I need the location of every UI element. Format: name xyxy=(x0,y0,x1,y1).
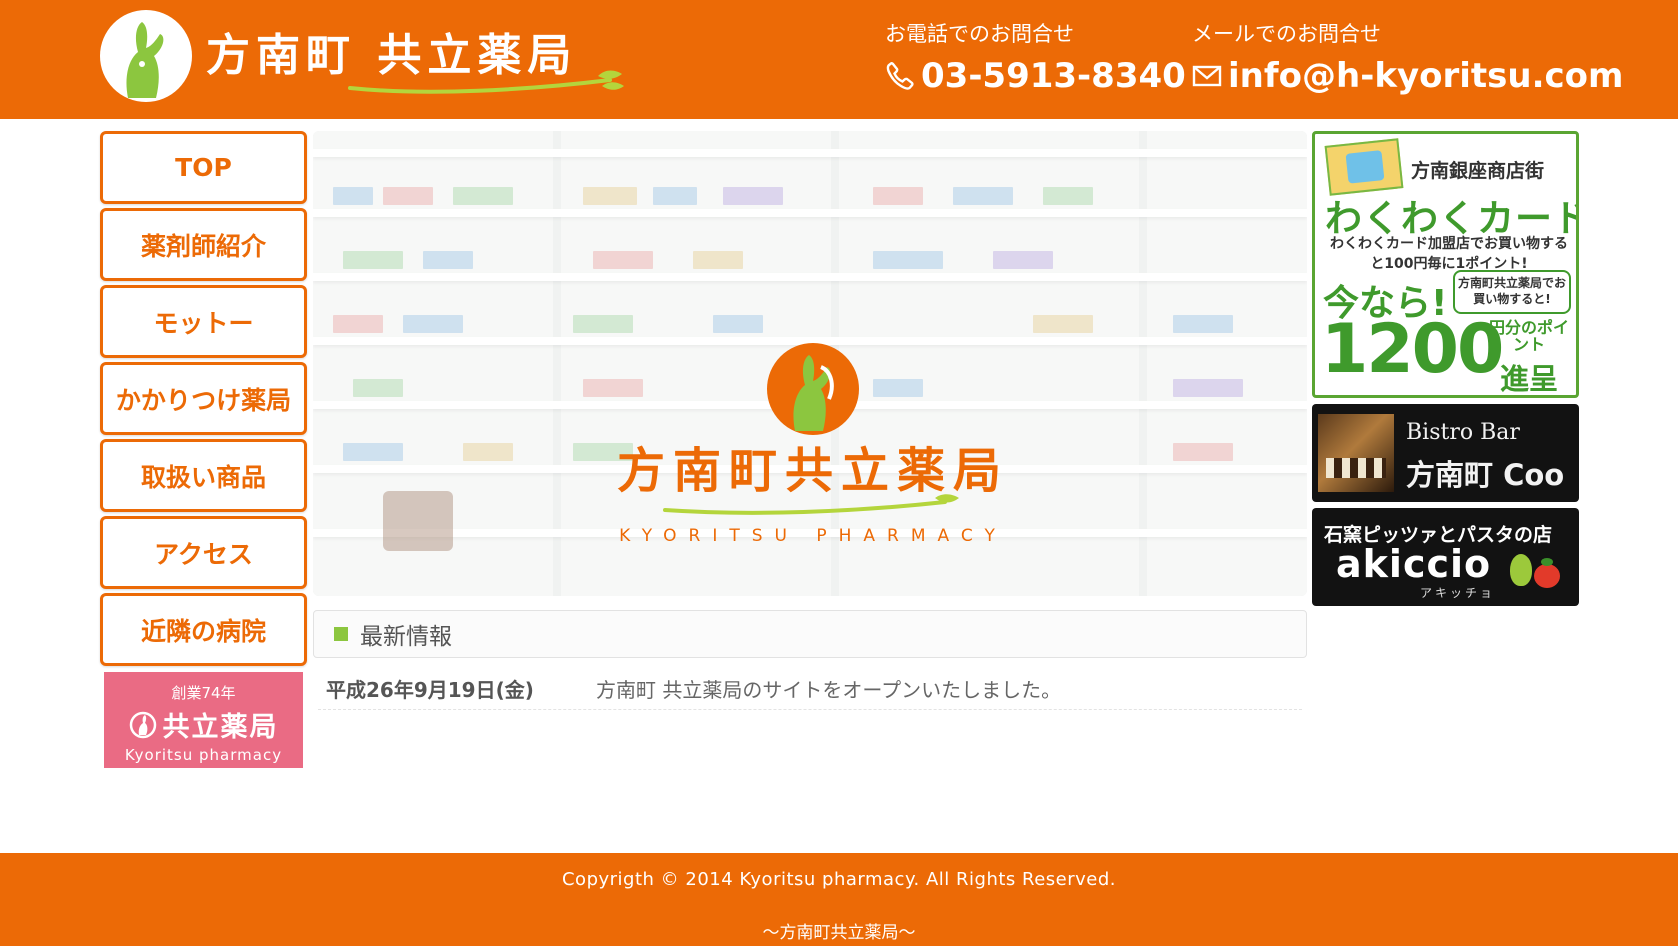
square-bullet-icon xyxy=(334,627,348,641)
phone-number: 03-5913-8340 xyxy=(921,56,1186,96)
mail-address-link[interactable]: info@h-kyoritsu.com xyxy=(1192,56,1623,96)
akiccio-name: akiccio xyxy=(1336,542,1492,586)
nav-item-family-pharmacy[interactable]: かかりつけ薬局 xyxy=(100,362,307,435)
news-text: 方南町 共立薬局のサイトをオープンいたしました。 xyxy=(596,678,1062,702)
site-logo[interactable]: 方南町 共立薬局 xyxy=(98,8,624,104)
wakuwaku-description: わくわくカード加盟店でお買い物すると100円毎に1ポイント! xyxy=(1330,236,1568,273)
mail-label: メールでのお問合せ xyxy=(1192,22,1381,46)
vegetable-icon xyxy=(1510,554,1532,586)
nav-item-pharmacists[interactable]: 薬剤師紹介 xyxy=(100,208,307,281)
wakuwaku-gift: 進呈 xyxy=(1499,362,1558,396)
hero-logo: 方南町共立薬局 KYORITSU PHARMACY xyxy=(603,341,1023,546)
bistro-line2: 方南町 Coo xyxy=(1406,458,1565,492)
banner-founded: 創業74年 xyxy=(171,684,236,702)
mail-contact: メールでのお問合せ info@h-kyoritsu.com xyxy=(1192,18,1623,96)
hero-name: 方南町共立薬局 xyxy=(616,443,1009,499)
nav-item-top[interactable]: TOP xyxy=(100,131,307,204)
phone-contact: お電話でのお問合せ 03-5913-8340 xyxy=(885,18,1186,96)
phone-number-link[interactable]: 03-5913-8340 xyxy=(885,56,1186,96)
wakuwaku-bubble: 方南町共立薬局でお買い物すると! xyxy=(1453,270,1571,314)
wakuwaku-title: 方南銀座商店街 xyxy=(1411,160,1545,182)
site-header: 方南町 共立薬局 お電話でのお問合せ 03-5913-8340 メールでのお問合… xyxy=(0,0,1678,119)
news-date: 平成26年9月19日(金) xyxy=(326,678,534,702)
news-header: 最新情報 xyxy=(313,610,1307,658)
main-nav: TOP 薬剤師紹介 モットー かかりつけ薬局 取扱い商品 アクセス 近隣の病院 … xyxy=(100,131,307,768)
bistro-line1: Bistro Bar xyxy=(1406,420,1520,445)
site-footer: Copyrigth © 2014 Kyoritsu pharmacy. All … xyxy=(0,853,1678,946)
rabbit-logo-icon xyxy=(100,10,192,102)
kyoritsu-pharmacy-banner[interactable]: 創業74年 共立薬局 Kyoritsu pharmacy xyxy=(104,672,303,768)
tomato-icon xyxy=(1534,558,1560,588)
rabbit-logo-icon xyxy=(767,343,859,435)
hero-image: 方南町共立薬局 KYORITSU PHARMACY xyxy=(313,131,1307,596)
mail-address: info@h-kyoritsu.com xyxy=(1228,56,1624,96)
bistro-photo xyxy=(1318,414,1394,492)
news-item: 平成26年9月19日(金) 方南町 共立薬局のサイトをオープンいたしました。 xyxy=(318,668,1302,710)
logo-swoosh-icon xyxy=(348,70,624,94)
footer-tagline: ～方南町共立薬局～ xyxy=(762,923,916,943)
phone-icon xyxy=(886,62,914,90)
nav-item-access[interactable]: アクセス xyxy=(100,516,307,589)
nav-item-nearby-hospitals[interactable]: 近隣の病院 xyxy=(100,593,307,666)
banner-english: Kyoritsu pharmacy xyxy=(124,746,283,764)
hero-english: KYORITSU PHARMACY xyxy=(619,525,1007,546)
banner-name: 共立薬局 xyxy=(162,712,279,743)
news-title: 最新情報 xyxy=(360,624,452,650)
phone-label: お電話でのお問合せ xyxy=(885,22,1074,46)
wakuwaku-card-banner[interactable]: 方南銀座商店街 わくわくカード わくわくカード加盟店でお買い物すると100円毎に… xyxy=(1312,131,1579,398)
rabbit-small-icon xyxy=(129,711,156,738)
mail-icon xyxy=(1192,65,1222,87)
akiccio-kana: アキッチョ xyxy=(1420,586,1496,600)
wakuwaku-points: 1200 xyxy=(1321,310,1504,389)
footer-copyright: Copyrigth © 2014 Kyoritsu pharmacy. All … xyxy=(561,869,1117,890)
nav-item-products[interactable]: 取扱い商品 xyxy=(100,439,307,512)
bistro-coo-banner[interactable]: Bistro Bar 方南町 Coo xyxy=(1312,404,1579,502)
nav-item-motto[interactable]: モットー xyxy=(100,285,307,358)
wakuwaku-unit: 円分のポイント xyxy=(1488,318,1569,354)
akiccio-banner[interactable]: 石窯ピッツァとパスタの店 akiccio アキッチョ xyxy=(1312,508,1579,606)
